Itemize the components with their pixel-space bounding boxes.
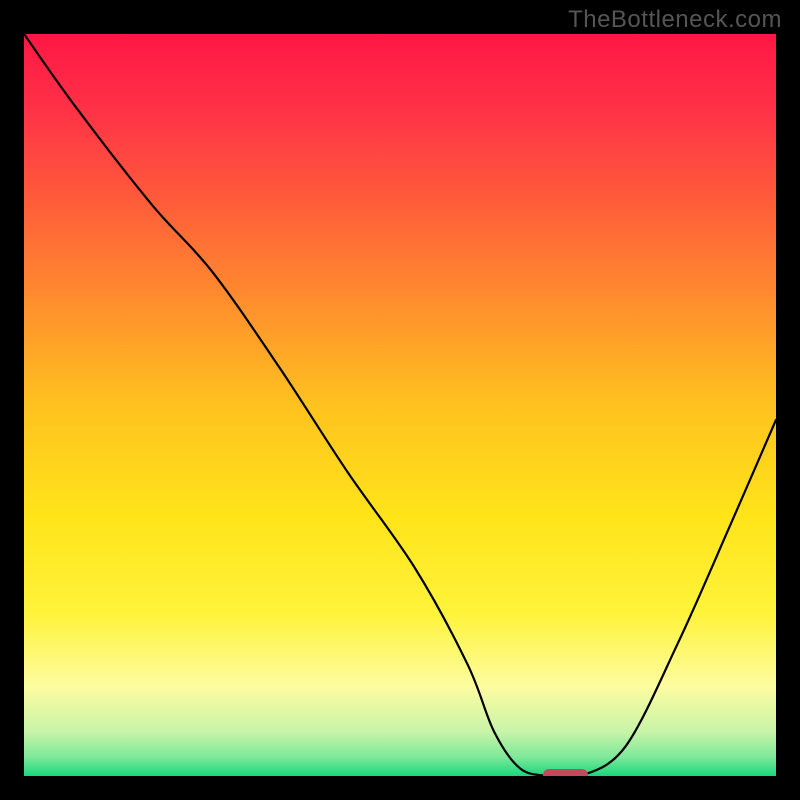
optimal-marker [543, 769, 588, 776]
chart-background [24, 34, 776, 776]
watermark-text: TheBottleneck.com [568, 6, 782, 34]
chart-frame: TheBottleneck.com [0, 0, 800, 800]
chart-plot-area [24, 34, 776, 776]
chart-svg [24, 34, 776, 776]
